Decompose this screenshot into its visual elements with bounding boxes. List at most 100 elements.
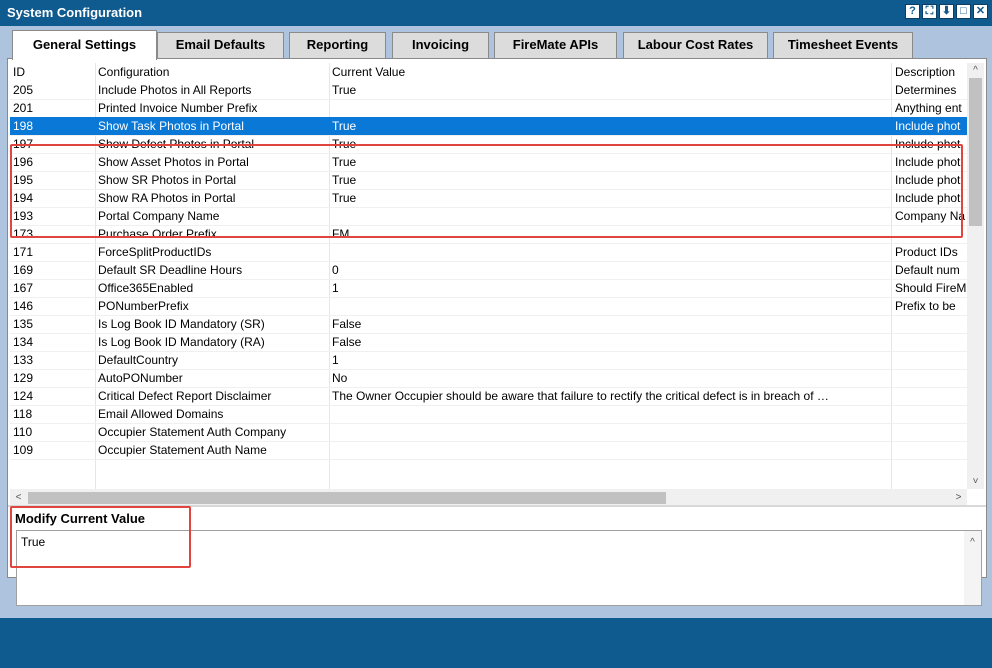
table-row[interactable]: 171 ForceSplitProductIDs Product IDs — [10, 243, 973, 262]
window-title: System Configuration — [7, 5, 143, 20]
cell-id: 205 — [13, 83, 34, 97]
table-row[interactable]: 194 Show RA Photos in Portal True Include p… — [10, 189, 973, 208]
modify-value-textarea[interactable]: True ^ — [16, 530, 982, 606]
cell-configuration: Office365Enabled — [98, 281, 194, 295]
table-row[interactable]: 173 Purchase Order Prefix FM — [10, 225, 973, 244]
cell-description — [895, 441, 973, 459]
table-row[interactable]: 118 Email Allowed Domains — [10, 405, 973, 424]
cell-current-value: True — [332, 119, 357, 133]
tab-labour-cost-rates[interactable]: Labour Cost Rates — [623, 32, 768, 58]
cell-current-value: FM — [332, 227, 350, 241]
cell-id: 133 — [13, 353, 34, 367]
table-row[interactable]: 134 Is Log Book ID Mandatory (RA) False — [10, 333, 973, 352]
cell-configuration: Occupier Statement Auth Name — [98, 443, 267, 457]
cell-configuration: Is Log Book ID Mandatory (SR) — [98, 317, 265, 331]
cell-current-value: 0 — [332, 263, 339, 277]
splitter[interactable] — [8, 505, 986, 507]
cell-description: Company Na — [895, 209, 966, 223]
cell-configuration: AutoPONumber — [98, 371, 183, 385]
table-row[interactable]: 167 Office365Enabled 1 Should FireM — [10, 279, 973, 298]
cell-id: 118 — [13, 407, 33, 421]
cell-configuration: Printed Invoice Number Prefix — [98, 101, 258, 115]
tab-timesheet-events[interactable]: Timesheet Events — [773, 32, 913, 58]
table-row[interactable]: 195 Show SR Photos in Portal True Include p… — [10, 171, 973, 190]
cell-current-value: The Owner Occupier should be aware that … — [332, 389, 829, 403]
scroll-right-arrow-icon[interactable]: > — [950, 490, 967, 505]
textarea-scrollbar[interactable]: ^ — [964, 531, 981, 605]
horizontal-scroll-thumb[interactable] — [28, 492, 666, 504]
fit-button[interactable]: ⛶ — [922, 4, 937, 19]
cell-id: 197 — [13, 137, 34, 151]
table-row[interactable]: 146 PONumberPrefix Prefix to be — [10, 297, 973, 316]
cell-description — [895, 225, 973, 243]
cell-id: 201 — [13, 101, 34, 115]
cell-current-value — [332, 441, 890, 459]
maximize-button[interactable]: □ — [956, 4, 971, 19]
cell-configuration: Show SR Photos in Portal — [98, 173, 237, 187]
cell-current-value — [332, 99, 890, 117]
cell-description — [895, 369, 973, 387]
cell-description: Include phot — [895, 173, 961, 187]
cell-description — [895, 405, 973, 423]
table-row[interactable]: 197 Show Defect Photos in Portal True Inclu… — [10, 135, 973, 154]
cell-id: 109 — [13, 443, 34, 457]
table-row[interactable]: 196 Show Asset Photos in Portal True Includ… — [10, 153, 973, 172]
cell-id: 194 — [13, 191, 34, 205]
table-row[interactable]: 193 Portal Company Name Company Na — [10, 207, 973, 226]
minimize-button[interactable]: ⬇ — [939, 4, 954, 19]
column-header-current-value[interactable]: Current Value — [332, 63, 890, 81]
table-row[interactable]: 129 AutoPONumber No — [10, 369, 973, 388]
cell-description: Include phot — [895, 119, 961, 133]
tab-email-defaults[interactable]: Email Defaults — [157, 32, 284, 58]
cell-description: Anything ent — [895, 101, 962, 115]
column-header-configuration[interactable]: Configuration — [98, 63, 328, 81]
cell-current-value: True — [332, 83, 357, 97]
cell-current-value: True — [332, 137, 357, 151]
tab-general-settings[interactable]: General Settings — [12, 30, 157, 60]
close-button[interactable]: ✕ — [973, 4, 988, 19]
modify-value-text[interactable]: True — [21, 535, 45, 549]
cell-description — [895, 423, 973, 441]
scroll-left-arrow-icon[interactable]: < — [10, 490, 27, 505]
table-row[interactable]: 169 Default SR Deadline Hours 0 Default num — [10, 261, 973, 280]
vertical-scroll-thumb[interactable] — [969, 78, 982, 226]
cell-current-value: 1 — [332, 353, 339, 367]
column-header-description[interactable]: Description — [895, 63, 973, 81]
vertical-scrollbar[interactable]: ^ ˅ — [967, 63, 984, 489]
cell-current-value: False — [332, 335, 362, 349]
tab-reporting[interactable]: Reporting — [289, 32, 386, 58]
cell-current-value — [332, 423, 890, 441]
scroll-up-arrow-icon[interactable]: ^ — [967, 63, 984, 78]
cell-id: 124 — [13, 389, 34, 403]
cell-configuration: Critical Defect Report Disclaimer — [98, 389, 272, 403]
cell-current-value: 1 — [332, 281, 339, 295]
cell-configuration: Is Log Book ID Mandatory (RA) — [98, 335, 265, 349]
table-row[interactable]: 198 Show Task Photos in Portal True Include… — [10, 117, 973, 136]
table-row[interactable]: 135 Is Log Book ID Mandatory (SR) False — [10, 315, 973, 334]
cell-current-value: False — [332, 317, 362, 331]
help-button[interactable]: ? — [905, 4, 920, 19]
tab-firemate-apis[interactable]: FireMate APIs — [494, 32, 617, 58]
cell-id: 110 — [13, 425, 33, 439]
cell-description — [895, 315, 973, 333]
cell-id: 198 — [13, 119, 34, 133]
table-row[interactable]: 110 Occupier Statement Auth Company — [10, 423, 973, 442]
table-row[interactable]: 133 DefaultCountry 1 — [10, 351, 973, 370]
tab-invoicing[interactable]: Invoicing — [392, 32, 489, 58]
cell-configuration: DefaultCountry — [98, 353, 179, 367]
dialog-frame: General Settings Email Defaults Reportin… — [0, 26, 992, 618]
column-header-id[interactable]: ID — [13, 63, 93, 81]
table-row[interactable]: 205 Include Photos in All Reports True Dete… — [10, 81, 973, 100]
cell-id: 195 — [13, 173, 34, 187]
cell-id: 171 — [13, 245, 34, 259]
table-row[interactable]: 124 Critical Defect Report Disclaimer The … — [10, 387, 973, 406]
table-row[interactable]: 201 Printed Invoice Number Prefix Anything… — [10, 99, 973, 118]
scroll-down-arrow-icon[interactable]: ˅ — [967, 474, 984, 489]
cell-current-value — [332, 297, 890, 315]
horizontal-scrollbar[interactable]: < > — [10, 489, 967, 506]
cell-configuration: Email Allowed Domains — [98, 407, 224, 421]
textarea-scroll-up-icon[interactable]: ^ — [964, 535, 981, 550]
table-row[interactable]: 109 Occupier Statement Auth Name — [10, 441, 973, 460]
cell-current-value: True — [332, 191, 357, 205]
cell-configuration: Portal Company Name — [98, 209, 220, 223]
